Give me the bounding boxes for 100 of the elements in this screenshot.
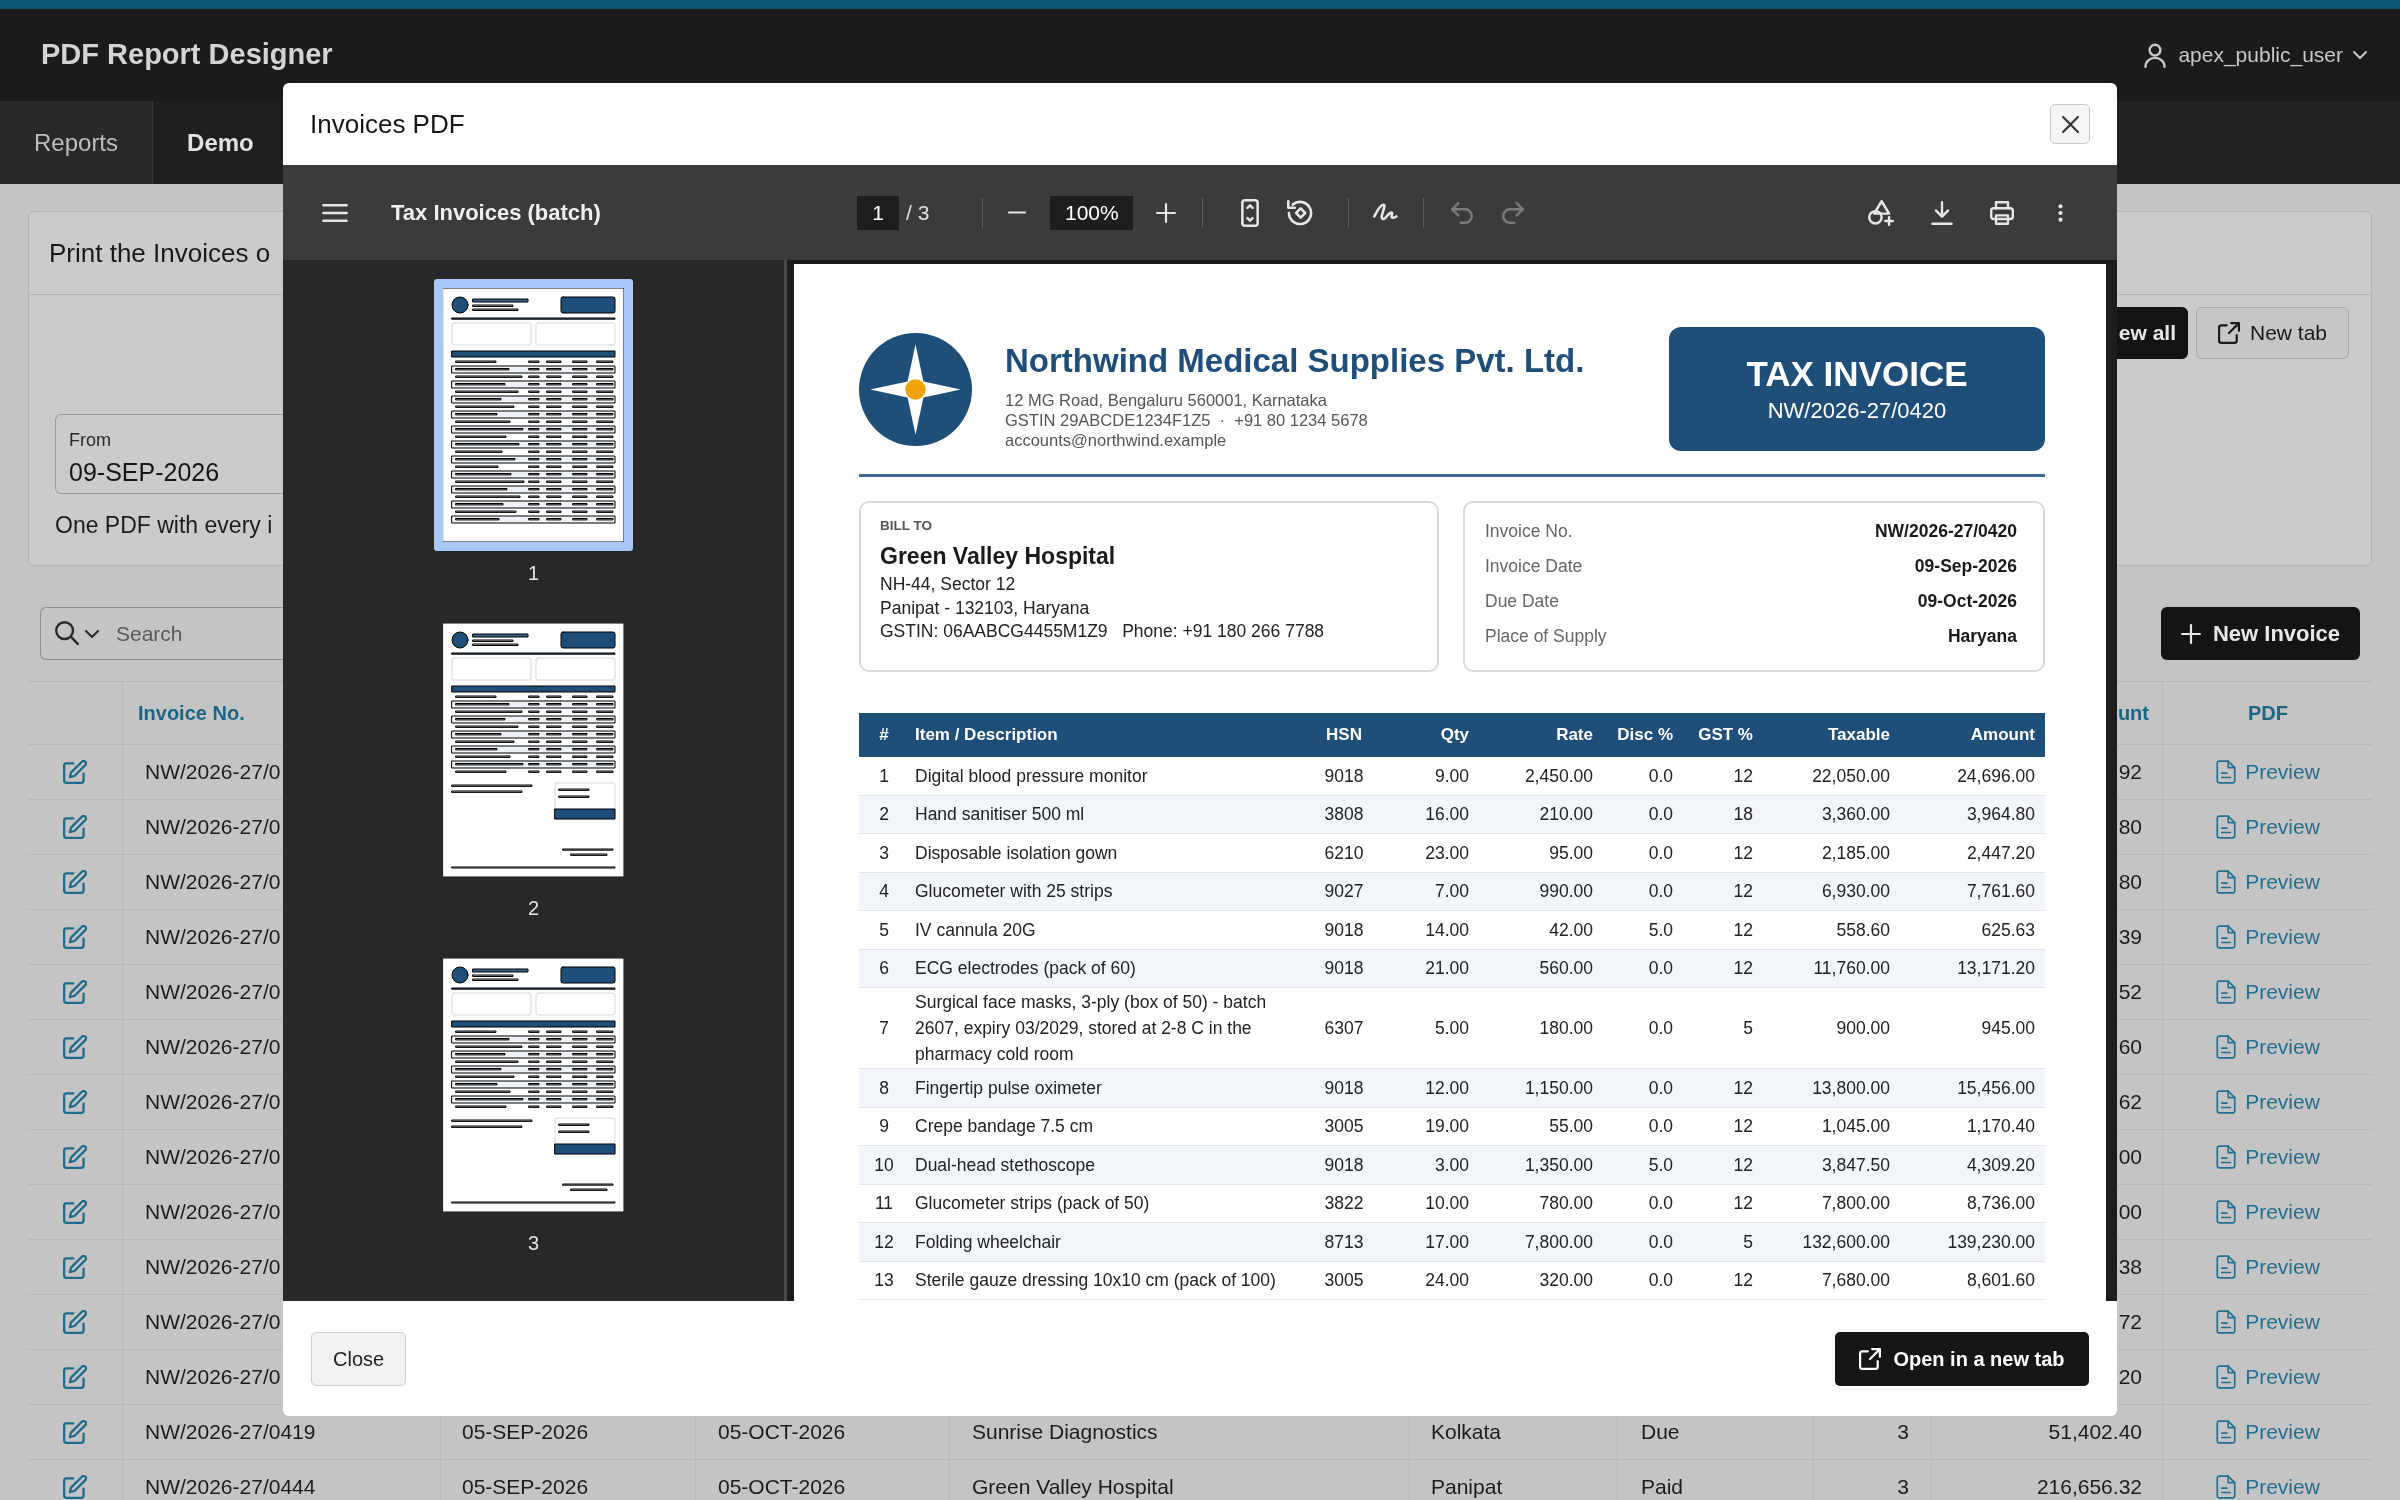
search-field[interactable]: Search xyxy=(40,607,283,660)
rotate-icon[interactable] xyxy=(1287,199,1314,226)
column-header[interactable]: Invoice No. xyxy=(138,698,245,728)
fit-page-icon[interactable] xyxy=(1241,198,1260,227)
open-new-tab-button[interactable]: Open in a new tab xyxy=(1835,1331,2089,1386)
thumbnail-page-number: 1 xyxy=(527,563,540,583)
column-header[interactable]: unt xyxy=(2117,698,2149,728)
edit-icon[interactable] xyxy=(63,870,87,894)
edit-icon[interactable] xyxy=(63,1420,87,1444)
page-number-field[interactable]: 1 xyxy=(857,195,899,230)
invoice-type-title: TAX INVOICE xyxy=(1746,354,1968,394)
edit-icon[interactable] xyxy=(63,1255,87,1279)
more-vertical-icon[interactable] xyxy=(2058,202,2063,223)
zoom-out-icon[interactable] xyxy=(1007,211,1028,214)
new-invoice-button[interactable]: New Invoice xyxy=(2161,607,2360,660)
edit-icon[interactable] xyxy=(63,1365,87,1389)
table-cell-text: 62 xyxy=(2118,1089,2142,1116)
table-cell-text: 180.00 xyxy=(1538,1017,1594,1040)
edit-icon[interactable] xyxy=(63,925,87,949)
shapes-plus-icon[interactable] xyxy=(1868,199,1894,226)
column-header: Amount xyxy=(1969,724,2036,747)
table-cell-text: 7,761.60 xyxy=(1965,880,2036,904)
download-icon[interactable] xyxy=(1931,200,1953,225)
detail-value: 09-Oct-2026 xyxy=(1917,590,2017,614)
zoom-field[interactable]: 100% xyxy=(1050,195,1134,230)
table-cell-text: 22,050.00 xyxy=(1811,764,1891,788)
preview-link[interactable]: Preview xyxy=(2216,976,2320,1008)
preview-link[interactable]: Preview xyxy=(2216,1416,2320,1448)
preview-link[interactable]: Preview xyxy=(2216,921,2320,953)
table-cell-text: 23.00 xyxy=(1424,841,1470,865)
app-title: PDF Report Designer xyxy=(41,37,333,73)
nav-tab[interactable]: Reports xyxy=(0,101,154,184)
table-cell-text: 0.0 xyxy=(1647,764,1674,788)
table-cell-text: 0.0 xyxy=(1647,1192,1674,1216)
table-cell-text: 51,402.40 xyxy=(2048,1419,2142,1446)
preview-link[interactable]: Preview xyxy=(2216,1471,2320,1500)
file-icon xyxy=(2216,1420,2237,1444)
table-cell-text: 20 xyxy=(2118,1364,2142,1391)
new-tab-button[interactable]: New tab xyxy=(2196,307,2349,359)
column-header: # xyxy=(878,724,890,747)
table-cell-text: 12 xyxy=(873,1230,895,1254)
preview-link[interactable]: Preview xyxy=(2216,1031,2320,1063)
view-all-button[interactable]: ew all xyxy=(2116,307,2188,359)
close-button[interactable] xyxy=(2050,104,2090,144)
table-cell-text: 3822 xyxy=(1323,1192,1365,1216)
table-cell-text: 12 xyxy=(1732,1076,1754,1100)
table-cell-text: 2,447.20 xyxy=(1965,841,2036,865)
edit-icon[interactable] xyxy=(63,1310,87,1334)
preview-link[interactable]: Preview xyxy=(2216,1141,2320,1173)
table-cell-text: 625.63 xyxy=(1980,918,2036,942)
table-cell-text: 558.60 xyxy=(1835,918,1891,942)
preview-link[interactable]: Preview xyxy=(2216,1196,2320,1228)
menu-icon[interactable] xyxy=(322,203,348,222)
preview-link[interactable]: Preview xyxy=(2216,756,2320,788)
preview-link[interactable]: Preview xyxy=(2216,1251,2320,1283)
table-cell-text: 216,656.32 xyxy=(2036,1474,2142,1500)
page-thumbnail[interactable] xyxy=(434,279,633,551)
draw-icon[interactable] xyxy=(1373,202,1400,223)
table-cell-text: 210.00 xyxy=(1538,803,1594,827)
table-cell-text: 12 xyxy=(1732,1115,1754,1139)
table-cell-text: Disposable isolation gown xyxy=(914,841,1119,865)
table-cell-text: 1,350.00 xyxy=(1523,1153,1594,1177)
close-button[interactable]: Close xyxy=(311,1331,407,1386)
edit-icon[interactable] xyxy=(63,1035,87,1059)
edit-icon[interactable] xyxy=(63,980,87,1004)
table-cell-text: NW/2026-27/0 xyxy=(145,869,281,896)
table-cell-text: 900.00 xyxy=(1835,1017,1891,1040)
preview-link[interactable]: Preview xyxy=(2216,1306,2320,1338)
table-cell-text: ECG electrodes (pack of 60) xyxy=(914,957,1137,981)
zoom-in-icon[interactable] xyxy=(1156,202,1177,223)
print-icon[interactable] xyxy=(1990,200,2014,225)
close-icon xyxy=(2061,115,2079,133)
edit-icon[interactable] xyxy=(63,760,87,784)
edit-icon[interactable] xyxy=(63,1090,87,1114)
table-cell-text: 6 xyxy=(878,957,890,981)
edit-icon[interactable] xyxy=(63,815,87,839)
column-header[interactable]: PDF xyxy=(2248,698,2288,728)
table-cell-text: 1,045.00 xyxy=(1820,1115,1891,1139)
table-cell-text: 12.00 xyxy=(1424,1076,1470,1100)
table-cell-text: NW/2026-27/0444 xyxy=(145,1474,316,1500)
edit-icon[interactable] xyxy=(63,1475,87,1499)
customer-name: Green Valley Hospital xyxy=(880,542,1116,570)
file-icon xyxy=(2216,1365,2237,1389)
table-cell-text: 780.00 xyxy=(1538,1192,1594,1216)
table-cell-text: 0.0 xyxy=(1647,1230,1674,1254)
user-menu[interactable]: apex_public_user xyxy=(2144,39,2367,71)
table-cell-text: Digital blood pressure monitor xyxy=(914,764,1149,788)
table-cell-text: 7.00 xyxy=(1433,880,1470,904)
preview-link[interactable]: Preview xyxy=(2216,866,2320,898)
preview-link[interactable]: Preview xyxy=(2216,1361,2320,1393)
table-cell-text: 92 xyxy=(2118,759,2142,786)
table-cell-text: 0.0 xyxy=(1647,803,1674,827)
edit-icon[interactable] xyxy=(63,1145,87,1169)
preview-link[interactable]: Preview xyxy=(2216,811,2320,843)
table-cell-text: 16.00 xyxy=(1424,803,1470,827)
table-cell-text: 9018 xyxy=(1323,1153,1365,1177)
customer-address-line: Panipat - 132103, Haryana xyxy=(880,596,1090,620)
preview-link[interactable]: Preview xyxy=(2216,1086,2320,1118)
edit-icon[interactable] xyxy=(63,1200,87,1224)
table-cell-text: 9018 xyxy=(1323,1076,1365,1100)
